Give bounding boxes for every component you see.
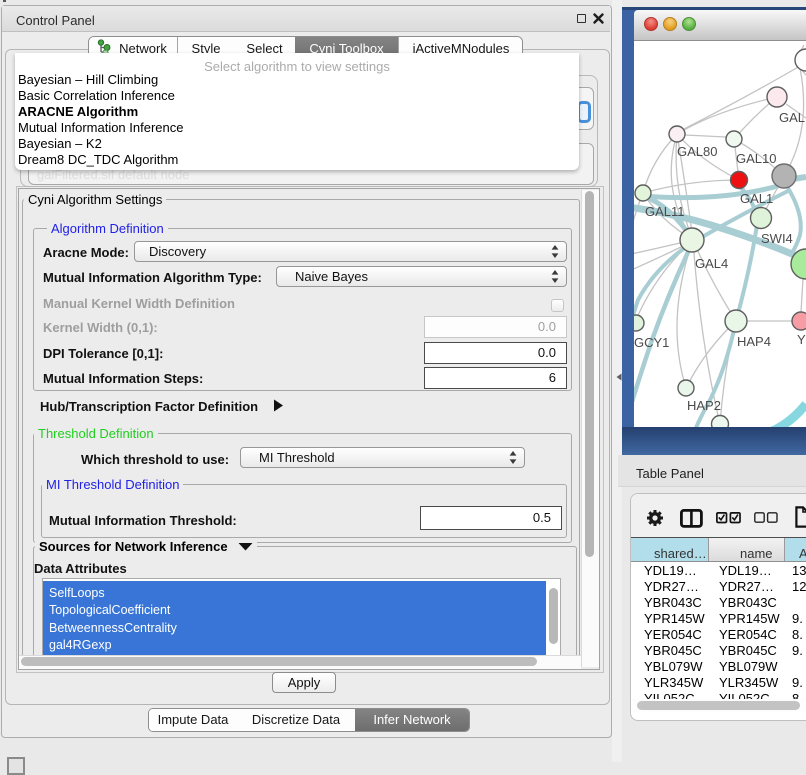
svg-text:SWI4: SWI4	[761, 231, 793, 246]
svg-text:GAL1: GAL1	[740, 191, 773, 206]
svg-text:GAL80: GAL80	[677, 144, 717, 159]
svg-text:GAL4: GAL4	[695, 256, 728, 271]
svg-text:GCY1: GCY1	[634, 335, 669, 350]
svg-text:HAP2: HAP2	[687, 398, 721, 413]
svg-text:HAP4: HAP4	[737, 334, 771, 349]
svg-text:GAL: GAL	[779, 110, 805, 125]
svg-text:GAL11: GAL11	[645, 204, 685, 219]
svg-text:Y: Y	[797, 332, 806, 347]
svg-text:GAL10: GAL10	[736, 151, 776, 166]
